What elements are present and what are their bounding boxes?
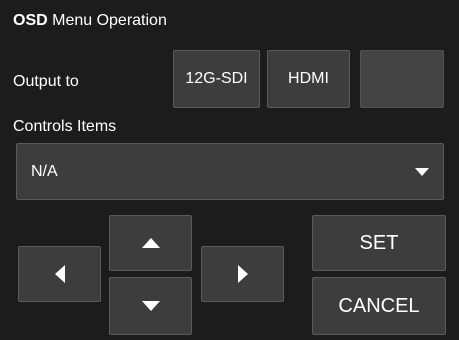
output-blank-button[interactable] bbox=[360, 50, 444, 108]
cancel-button[interactable]: CANCEL bbox=[312, 277, 446, 335]
chevron-down-icon bbox=[415, 167, 429, 176]
panel-title: OSD Menu Operation bbox=[13, 10, 167, 32]
left-button[interactable] bbox=[18, 246, 101, 302]
title-rest: Menu Operation bbox=[47, 12, 167, 29]
arrow-up-icon bbox=[141, 238, 160, 248]
osd-menu-panel: OSD Menu Operation Output to 12G-SDI HDM… bbox=[0, 0, 459, 340]
output-hdmi-button[interactable]: HDMI bbox=[267, 50, 350, 108]
controls-items-value: N/A bbox=[31, 162, 58, 180]
arrow-right-icon bbox=[237, 265, 248, 283]
title-osd: OSD bbox=[13, 12, 48, 29]
up-button[interactable] bbox=[109, 215, 192, 271]
arrow-down-icon bbox=[141, 301, 160, 311]
output-12g-sdi-button[interactable]: 12G-SDI bbox=[173, 50, 260, 108]
output-to-label: Output to bbox=[13, 73, 79, 90]
arrow-left-icon bbox=[54, 265, 65, 283]
right-button[interactable] bbox=[201, 246, 284, 302]
down-button[interactable] bbox=[109, 277, 192, 335]
controls-items-select[interactable]: N/A bbox=[16, 143, 444, 200]
set-button[interactable]: SET bbox=[312, 215, 446, 271]
controls-items-label: Controls Items bbox=[13, 118, 117, 135]
